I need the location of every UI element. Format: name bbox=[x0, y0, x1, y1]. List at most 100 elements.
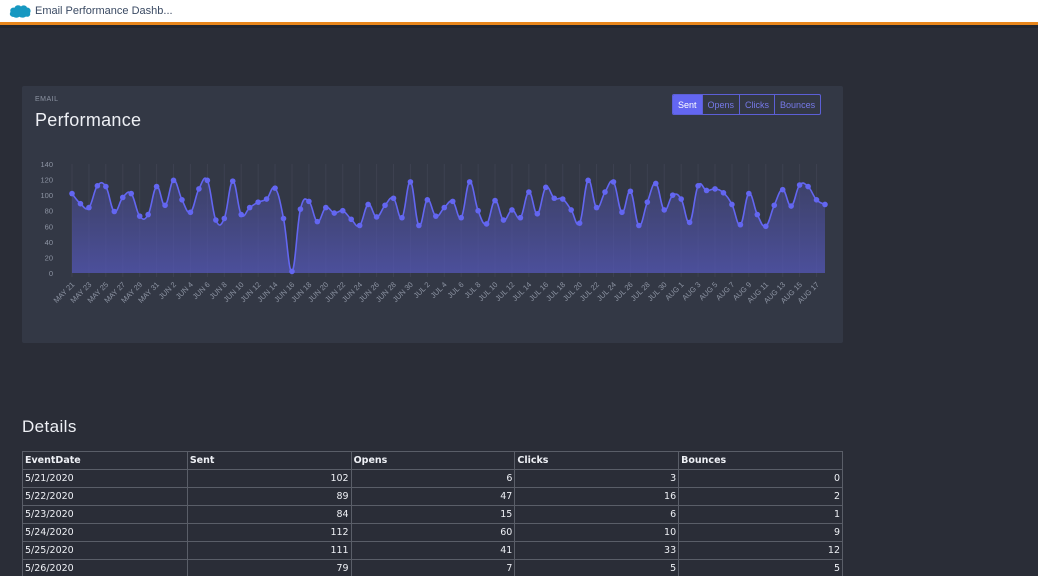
data-point bbox=[627, 188, 634, 195]
cell-eventdate: 5/26/2020 bbox=[22, 559, 188, 576]
data-point bbox=[593, 204, 600, 211]
data-point bbox=[187, 209, 194, 216]
data-point bbox=[526, 189, 532, 195]
data-point bbox=[517, 214, 524, 221]
data-point bbox=[712, 186, 718, 192]
cell-bounces: 5 bbox=[678, 559, 843, 576]
cell-eventdate: 5/22/2020 bbox=[22, 487, 188, 506]
data-point bbox=[619, 209, 625, 216]
data-point bbox=[94, 183, 101, 189]
table-row: 5/22/2020 89 47 16 2 bbox=[22, 487, 843, 506]
metric-button-opens[interactable]: Opens bbox=[701, 95, 740, 114]
data-point bbox=[407, 179, 414, 185]
cell-clicks: 6 bbox=[514, 505, 680, 524]
data-point bbox=[204, 177, 211, 184]
data-point bbox=[695, 183, 701, 189]
data-point bbox=[382, 202, 388, 209]
data-point bbox=[306, 198, 312, 205]
data-point bbox=[416, 222, 422, 229]
y-tick-label: 0 bbox=[49, 269, 53, 278]
cell-opens: 47 bbox=[350, 487, 516, 506]
data-point bbox=[475, 207, 481, 214]
cell-bounces: 0 bbox=[678, 469, 843, 488]
cell-clicks: 3 bbox=[514, 469, 680, 488]
data-point bbox=[246, 204, 253, 211]
cell-sent: 79 bbox=[186, 559, 352, 576]
data-point bbox=[69, 190, 75, 197]
x-tick-label: JUN 6 bbox=[191, 280, 212, 301]
data-point bbox=[339, 207, 346, 214]
data-point bbox=[238, 211, 245, 218]
column-header-sent[interactable]: Sent bbox=[186, 451, 352, 470]
column-header-bounces[interactable]: Bounces bbox=[678, 451, 843, 470]
data-point bbox=[348, 216, 355, 223]
cell-clicks: 33 bbox=[514, 541, 680, 560]
metric-button-clicks[interactable]: Clicks bbox=[739, 95, 774, 114]
data-point bbox=[678, 196, 684, 202]
x-tick-label: JUL 6 bbox=[446, 280, 466, 300]
cell-sent: 102 bbox=[186, 469, 352, 488]
x-tick-label: JUL 30 bbox=[646, 280, 669, 303]
y-tick-label: 80 bbox=[45, 207, 53, 216]
data-point bbox=[356, 222, 363, 229]
y-tick-label: 140 bbox=[40, 160, 53, 169]
data-point bbox=[737, 221, 744, 228]
data-point bbox=[433, 213, 439, 219]
data-point bbox=[492, 197, 498, 204]
table-row: 5/26/2020 79 7 5 5 bbox=[22, 559, 843, 576]
data-point bbox=[136, 213, 143, 219]
data-point bbox=[754, 211, 761, 218]
data-point bbox=[602, 189, 608, 195]
data-point bbox=[466, 179, 473, 185]
column-header-clicks[interactable]: Clicks bbox=[514, 451, 680, 470]
data-point bbox=[779, 186, 786, 193]
data-point bbox=[652, 180, 659, 187]
data-point bbox=[585, 177, 591, 184]
data-point bbox=[644, 199, 651, 205]
table-row: 5/25/2020 111 41 33 12 bbox=[22, 541, 843, 560]
metric-button-sent[interactable]: Sent bbox=[673, 95, 702, 114]
data-point bbox=[686, 219, 693, 226]
column-header-opens[interactable]: Opens bbox=[350, 451, 516, 470]
y-tick-label: 60 bbox=[45, 222, 53, 231]
cell-bounces: 12 bbox=[678, 541, 843, 560]
metric-button-bounces[interactable]: Bounces bbox=[774, 95, 820, 114]
data-point bbox=[568, 207, 574, 213]
data-point bbox=[483, 221, 490, 227]
data-point bbox=[86, 204, 92, 211]
data-point bbox=[145, 211, 151, 218]
data-point bbox=[661, 207, 668, 213]
cell-sent: 89 bbox=[186, 487, 352, 506]
data-point bbox=[500, 217, 507, 223]
chart-svg: 020406080100120140MAY 21MAY 23MAY 25MAY … bbox=[40, 160, 828, 305]
cell-opens: 6 bbox=[350, 469, 516, 488]
data-point bbox=[213, 217, 219, 223]
cell-clicks: 10 bbox=[514, 523, 680, 542]
cell-opens: 15 bbox=[350, 505, 516, 524]
data-point bbox=[576, 220, 583, 226]
data-point bbox=[449, 198, 456, 205]
cell-bounces: 2 bbox=[678, 487, 843, 506]
cell-opens: 7 bbox=[350, 559, 516, 576]
x-tick-label: JUN 2 bbox=[157, 280, 178, 301]
data-point bbox=[263, 196, 270, 202]
header-strip bbox=[0, 25, 1038, 28]
data-point bbox=[331, 210, 338, 216]
cell-opens: 60 bbox=[350, 523, 516, 542]
table-row: 5/24/2020 112 60 10 9 bbox=[22, 523, 843, 542]
tab-title[interactable]: Email Performance Dashb... bbox=[35, 5, 173, 17]
cell-clicks: 16 bbox=[514, 487, 680, 506]
cell-bounces: 9 bbox=[678, 523, 843, 542]
x-tick-label: JUN 4 bbox=[174, 280, 195, 301]
column-header-eventdate[interactable]: EventDate bbox=[22, 451, 188, 470]
data-point bbox=[534, 211, 541, 217]
data-point bbox=[289, 268, 295, 275]
data-point bbox=[179, 197, 185, 203]
x-tick-label: JUL 2 bbox=[412, 280, 432, 300]
y-tick-label: 100 bbox=[40, 191, 53, 200]
data-point bbox=[119, 194, 126, 201]
cell-opens: 41 bbox=[350, 541, 516, 560]
data-point bbox=[771, 202, 778, 209]
card-eyebrow: EMAIL bbox=[35, 96, 59, 103]
data-point bbox=[509, 207, 515, 213]
